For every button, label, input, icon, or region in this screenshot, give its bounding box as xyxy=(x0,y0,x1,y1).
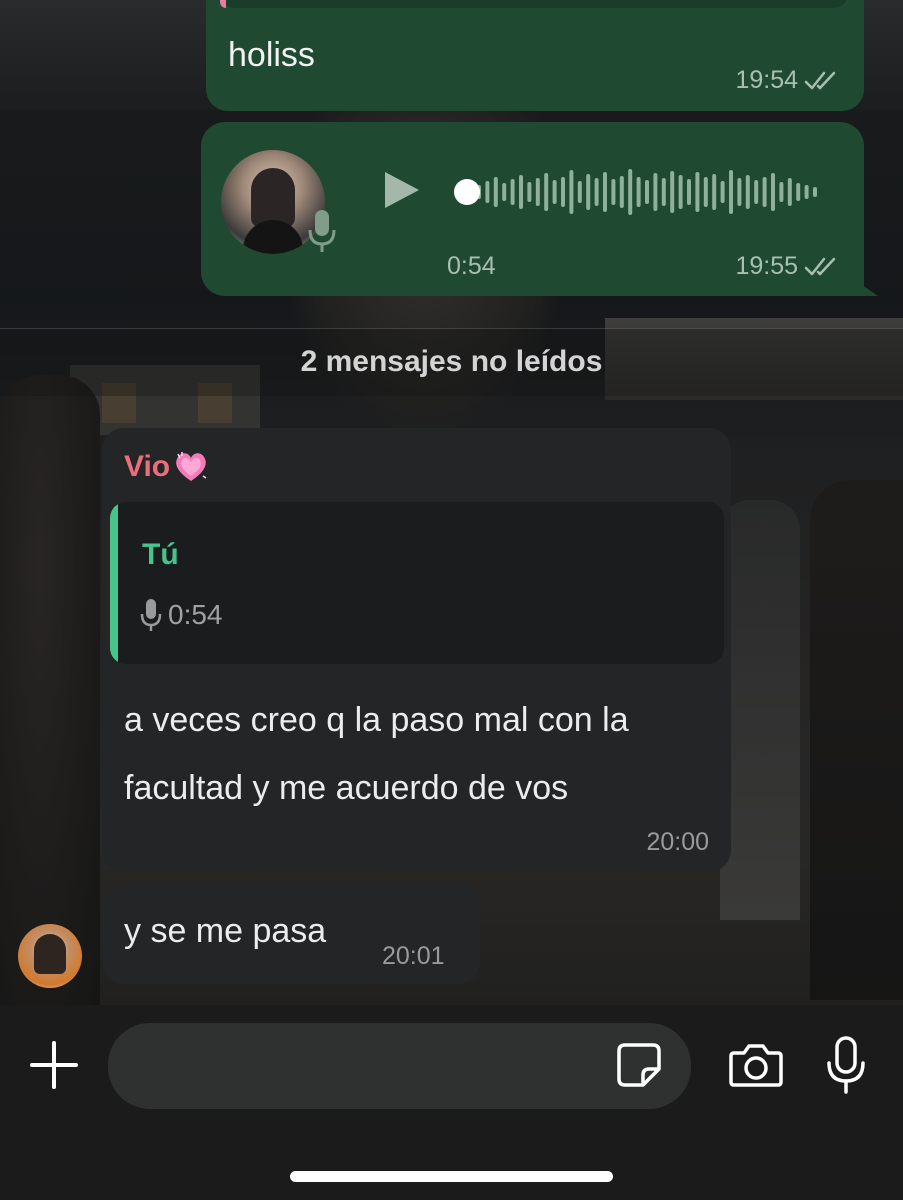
message-time: 19:54 xyxy=(735,66,798,94)
waveform-bar xyxy=(502,183,507,201)
waveform-bar xyxy=(603,172,607,212)
voice-message-bubble[interactable]: 0:54 19:55 xyxy=(201,122,878,296)
message-bubble-incoming[interactable]: y se me pasa 20:01 xyxy=(102,884,480,984)
waveform-bar xyxy=(510,179,515,205)
waveform-bar xyxy=(804,185,809,199)
waveform-bar xyxy=(569,170,574,214)
waveform-bar xyxy=(594,178,599,206)
reply-audio-info: 0:54 xyxy=(140,598,223,632)
reply-audio-duration: 0:54 xyxy=(168,599,223,630)
waveform-bar xyxy=(787,178,792,206)
waveform-bar xyxy=(552,180,557,204)
waveform-bar xyxy=(577,181,582,203)
waveform-bar xyxy=(611,179,616,205)
voice-waveform[interactable] xyxy=(453,166,833,218)
quoted-reply[interactable]: Tú 0:54 xyxy=(110,502,724,664)
waveform-bar xyxy=(754,180,759,204)
microphone-icon[interactable] xyxy=(826,1035,866,1095)
waveform-bar xyxy=(779,182,784,202)
message-text: a veces creo q la paso mal con la facult… xyxy=(124,701,629,807)
sender-name-text: Vio xyxy=(124,450,171,483)
waveform-bar xyxy=(729,170,733,214)
plus-icon[interactable] xyxy=(28,1039,80,1091)
waveform-bar xyxy=(737,178,742,206)
message-meta: 20:01 xyxy=(382,942,445,971)
camera-icon[interactable] xyxy=(728,1041,784,1089)
waveform-bar xyxy=(619,176,624,208)
sticker-icon[interactable] xyxy=(615,1041,663,1089)
waveform-bar xyxy=(535,178,540,206)
waveform-bar xyxy=(519,175,523,209)
heart-icon xyxy=(176,452,207,481)
waveform-bar xyxy=(712,174,717,210)
waveform-bar xyxy=(687,179,691,205)
message-meta: 20:00 xyxy=(646,828,709,857)
play-icon[interactable] xyxy=(379,168,423,212)
microphone-icon xyxy=(140,599,162,631)
message-input[interactable] xyxy=(108,1023,691,1109)
message-input-bar xyxy=(0,1005,903,1200)
message-meta: 19:55 xyxy=(735,252,842,281)
waveform-bar xyxy=(485,181,490,203)
waveform-bar xyxy=(720,181,725,203)
waveform-bar xyxy=(544,173,549,211)
microphone-icon xyxy=(308,210,336,252)
reply-author: Tú xyxy=(142,538,179,571)
message-text: y se me pasa xyxy=(124,912,327,950)
waveform-bar xyxy=(645,180,649,204)
reply-accent-bar xyxy=(110,502,118,664)
message-meta: 19:54 xyxy=(735,66,842,95)
waveform-bar xyxy=(628,169,633,215)
waveform-bar xyxy=(586,174,591,210)
waveform-bar xyxy=(527,182,532,202)
waveform-bar xyxy=(670,171,675,213)
message-time: 20:00 xyxy=(646,828,709,856)
message-text: holiss xyxy=(228,36,315,74)
waveform-bar xyxy=(695,172,700,212)
double-check-icon xyxy=(804,257,836,275)
waveform-bar xyxy=(636,177,641,207)
waveform-bar xyxy=(703,177,708,207)
unread-messages-banner: 2 mensajes no leídos xyxy=(0,328,903,396)
double-check-icon xyxy=(804,71,836,89)
waveform-bar xyxy=(813,187,817,197)
waveform-bar xyxy=(561,177,565,207)
message-bubble-outgoing[interactable]: holiss 19:54 xyxy=(206,0,864,111)
quoted-message-strip xyxy=(220,0,848,8)
waveform-bar xyxy=(661,178,666,206)
voice-duration: 0:54 xyxy=(447,252,496,280)
home-indicator[interactable] xyxy=(290,1171,613,1182)
waveform-bar xyxy=(678,175,683,209)
waveform-bar xyxy=(745,175,750,209)
waveform-bar xyxy=(796,183,801,201)
waveform-bar xyxy=(653,173,658,211)
waveform-bar xyxy=(771,173,775,211)
sender-name[interactable]: Vio xyxy=(124,448,210,486)
waveform-bar xyxy=(762,177,767,207)
waveform-bar xyxy=(493,177,498,207)
message-bubble-incoming[interactable]: Vio Tú 0:54 a veces creo q la paso mal c… xyxy=(102,428,731,872)
message-time: 20:01 xyxy=(382,942,445,970)
message-time: 19:55 xyxy=(735,252,798,280)
sender-avatar[interactable] xyxy=(18,924,82,988)
